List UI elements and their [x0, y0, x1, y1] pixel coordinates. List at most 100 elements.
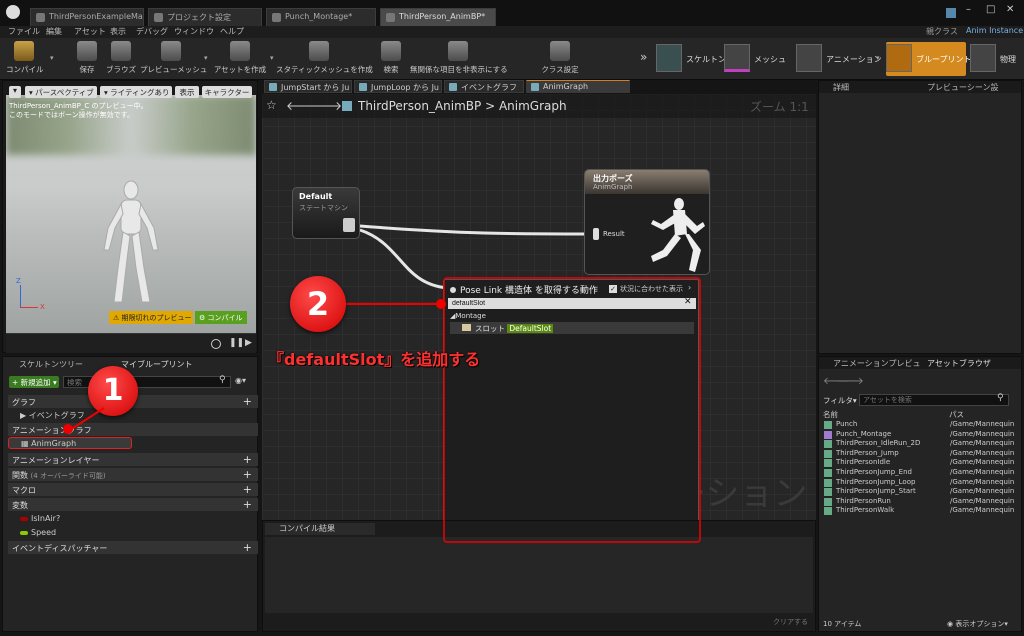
search-button[interactable]: 検索	[378, 41, 404, 75]
section-variables[interactable]: 変数 +	[8, 498, 258, 511]
section-anim-layers[interactable]: アニメーションレイヤー +	[8, 453, 258, 466]
create-asset-dropdown-icon[interactable]: ▾	[270, 54, 274, 62]
menu-view[interactable]: 表示	[110, 26, 126, 37]
result-pin-icon[interactable]	[593, 228, 599, 240]
column-header-path[interactable]: パス	[949, 409, 964, 420]
tab-asset-browser[interactable]: アセットブラウザ	[927, 358, 991, 369]
add-new-button[interactable]: + 新規追加 ▾	[9, 376, 59, 388]
variable-speed[interactable]: Speed	[8, 527, 258, 539]
tab-map[interactable]: ThirdPersonExampleMap	[30, 8, 144, 26]
add-function-icon[interactable]: +	[243, 468, 252, 481]
asset-row[interactable]: Punch_Montage/Game/Mannequin	[824, 430, 1020, 440]
tab-project-settings[interactable]: プロジェクト設定	[148, 8, 262, 26]
menu-debug[interactable]: デバッグ	[136, 26, 168, 37]
class-settings-button[interactable]: クラス設定	[538, 41, 582, 75]
viewport-scene[interactable]: Z X	[6, 95, 256, 333]
pose-output-pin-icon[interactable]	[343, 218, 355, 232]
compile-badge-button[interactable]: ⚙ コンパイル	[195, 311, 247, 324]
section-event-dispatchers[interactable]: イベントディスパッチャー +	[8, 541, 258, 554]
context-arrow-icon[interactable]: ›	[688, 283, 691, 292]
search-icon[interactable]: ⚲	[219, 375, 226, 385]
nav-forward-icon[interactable]: 🡒	[837, 375, 864, 387]
context-sensitive-checkbox[interactable]: ✓	[609, 285, 617, 293]
add-layer-icon[interactable]: +	[243, 453, 252, 466]
asset-row[interactable]: ThirdPerson_Jump/Game/Mannequin	[824, 449, 1020, 459]
clear-button[interactable]: クリアする	[773, 617, 808, 627]
animation-dropdown-icon[interactable]: ▾	[876, 54, 880, 62]
static-mesh-button[interactable]: スタティックメッシュを作成	[276, 41, 373, 75]
pause-icon[interactable]: ❚❚	[229, 338, 244, 348]
filter-button[interactable]: フィルタ▾	[823, 395, 857, 406]
add-macro-icon[interactable]: +	[243, 483, 252, 496]
show-button[interactable]: 表示	[175, 86, 199, 98]
asset-row[interactable]: ThirdPersonJump_Start/Game/Mannequin	[824, 487, 1020, 497]
state-machine-node[interactable]: Default ステートマシン	[292, 187, 360, 239]
asset-row[interactable]: ThirdPersonRun/Game/Mannequin	[824, 497, 1020, 507]
graph-tab-jumploop[interactable]: JumpLoop から Ju	[354, 80, 442, 93]
maximize-button[interactable]: □	[986, 4, 1002, 18]
action-search-input[interactable]	[448, 298, 696, 309]
add-variable-icon[interactable]: +	[243, 498, 252, 511]
compile-dropdown-icon[interactable]: ▾	[50, 54, 54, 62]
viewport-options-button[interactable]: ▾	[9, 86, 21, 98]
action-item-slot[interactable]: スロット DefaultSlot	[450, 322, 694, 334]
item-anim-graph[interactable]: ▦ AnimGraph	[8, 437, 132, 449]
tab-animbp[interactable]: ThirdPerson_AnimBP*	[380, 8, 496, 26]
asset-row[interactable]: ThirdPerson_IdleRun_2D/Game/Mannequin	[824, 439, 1020, 449]
variable-isinair[interactable]: IsInAir?	[8, 513, 258, 525]
tab-anim-preview[interactable]: アニメーションプレビュ	[833, 359, 920, 368]
tab-preview-scene[interactable]: プレビューシーン設	[927, 82, 998, 93]
asset-row[interactable]: ThirdPersonJump_End/Game/Mannequin	[824, 468, 1020, 478]
browse-button[interactable]: ブラウズ	[106, 41, 136, 75]
tab-compile-results[interactable]: コンパイル結果	[265, 523, 375, 535]
output-pose-node[interactable]: 出力ポーズ AnimGraph Result	[584, 169, 710, 275]
section-anim-graphs[interactable]: アニメーショングラフ	[8, 423, 258, 436]
view-options-eye-icon[interactable]: ◉▾	[235, 376, 246, 385]
asset-row[interactable]: ThirdPersonIdle/Game/Mannequin	[824, 458, 1020, 468]
clear-search-icon[interactable]: ✕	[684, 297, 692, 307]
expand-chevron-icon[interactable]: »	[640, 50, 647, 64]
notification-icon[interactable]	[946, 8, 956, 18]
item-event-graph[interactable]: ▶ イベントグラフ	[8, 409, 258, 421]
tab-details[interactable]: 詳細	[833, 83, 849, 92]
menu-asset[interactable]: アセット	[74, 26, 106, 37]
column-header-name[interactable]: 名前	[823, 409, 838, 420]
menu-file[interactable]: ファイル	[8, 26, 40, 37]
play-icon[interactable]: ▶	[245, 338, 252, 348]
graph-tab-event-graph[interactable]: イベントグラフ	[444, 80, 524, 93]
compile-button[interactable]: コンパイル	[6, 41, 44, 75]
hide-unrelated-button[interactable]: 無関係な項目を非表示にする	[410, 41, 508, 75]
category-montage[interactable]: ◢Montage	[450, 312, 486, 320]
tab-punch-montage[interactable]: Punch_Montage*	[266, 8, 376, 26]
tab-skeleton-tree[interactable]: スケルトンツリー	[7, 359, 107, 371]
section-functions[interactable]: 関数 (4 オーバーライド可能) +	[8, 468, 258, 481]
menu-help[interactable]: ヘルプ	[220, 26, 244, 37]
perspective-button[interactable]: ▾ パースペクティブ	[25, 86, 97, 98]
menu-edit[interactable]: 編集	[46, 26, 62, 37]
asset-row[interactable]: ThirdPersonWalk/Game/Mannequin	[824, 506, 1020, 516]
create-asset-button[interactable]: アセットを作成	[212, 41, 268, 75]
save-button[interactable]: 保存	[72, 41, 102, 75]
graph-tab-anim-graph[interactable]: AnimGraph	[526, 80, 630, 93]
minimize-button[interactable]: –	[966, 4, 982, 18]
asset-name: ThirdPersonJump_Start	[836, 487, 916, 496]
asset-search-input[interactable]	[859, 394, 1009, 406]
section-macros[interactable]: マクロ +	[8, 483, 258, 496]
add-graph-icon[interactable]: +	[243, 395, 252, 408]
record-icon[interactable]	[211, 339, 221, 349]
unreal-logo-icon[interactable]	[6, 5, 20, 19]
asset-search-icon[interactable]: ⚲	[997, 393, 1004, 403]
add-dispatcher-icon[interactable]: +	[243, 541, 252, 554]
menu-window[interactable]: ウィンドウ	[174, 26, 214, 37]
preview-mesh-dropdown-icon[interactable]: ▾	[204, 54, 208, 62]
asset-row[interactable]: ThirdPersonJump_Loop/Game/Mannequin	[824, 478, 1020, 488]
close-button[interactable]: ✕	[1006, 4, 1022, 18]
graph-tab-jumpstart[interactable]: JumpStart から Ju	[264, 80, 352, 93]
view-options-button[interactable]: ◉ 表示オプション▾	[947, 619, 1008, 629]
character-button[interactable]: キャラクター	[202, 86, 252, 98]
parent-class-value[interactable]: Anim Instance	[966, 26, 1023, 35]
mode-blueprint[interactable]: ブループリント	[886, 42, 972, 76]
lighting-button[interactable]: ▾ ライティングあり	[100, 86, 172, 98]
asset-row[interactable]: Punch/Game/Mannequin	[824, 420, 1020, 430]
preview-mesh-button[interactable]: プレビューメッシュ	[140, 41, 207, 75]
